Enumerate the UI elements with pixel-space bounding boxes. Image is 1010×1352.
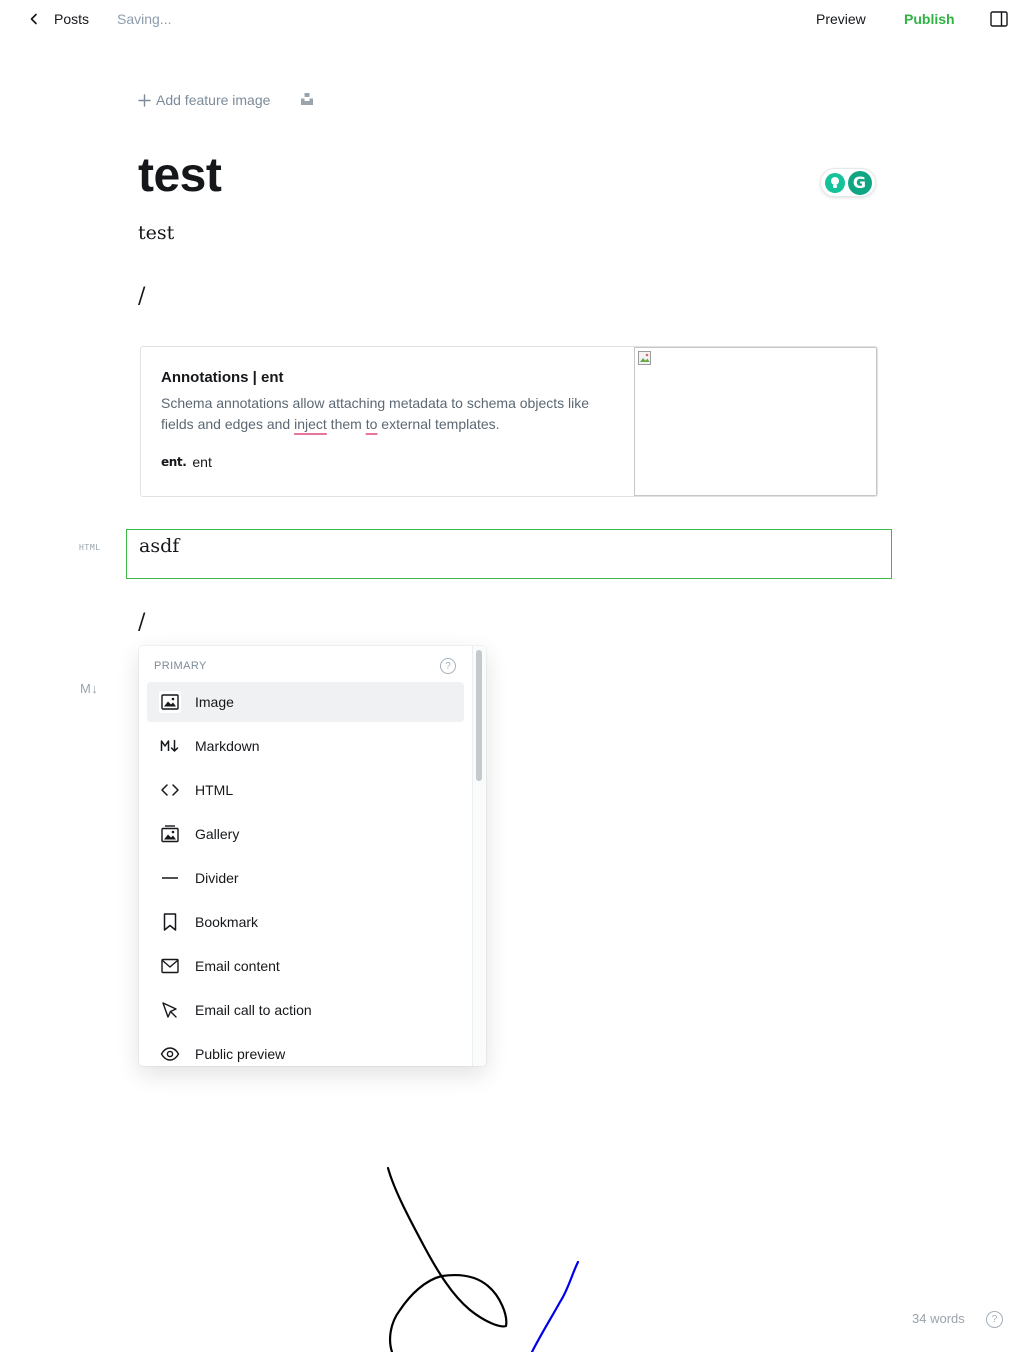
back-to-posts-link[interactable]: Posts: [28, 8, 89, 30]
bookmark-card[interactable]: Annotations | ent Schema annotations all…: [140, 346, 878, 497]
menu-item-label: Image: [195, 694, 234, 710]
eye-icon: [159, 1043, 181, 1065]
menu-item-email-content[interactable]: Email content: [147, 946, 464, 986]
help-icon[interactable]: ?: [440, 658, 456, 674]
image-icon: [159, 691, 181, 713]
html-card-content[interactable]: asdf: [139, 535, 179, 557]
spellcheck-word[interactable]: inject: [294, 416, 327, 432]
mail-icon: [159, 955, 181, 977]
menu-item-label: Bookmark: [195, 914, 259, 930]
markdown-icon: [159, 735, 181, 757]
freehand-annotation: [386, 1166, 580, 1352]
post-title[interactable]: test: [138, 148, 222, 203]
publish-button[interactable]: Publish: [904, 11, 955, 27]
bookmark-publisher: ent: [192, 454, 212, 470]
menu-item-label: Gallery: [195, 826, 240, 842]
menu-item-label: Public preview: [195, 1046, 286, 1062]
grammarly-widget[interactable]: G: [820, 168, 876, 197]
bookmark-metadata: ent. ent: [161, 454, 614, 470]
menu-scrollbar-thumb[interactable]: [476, 650, 482, 781]
slash-paragraph[interactable]: /: [138, 610, 145, 635]
lightbulb-icon: [824, 172, 845, 193]
gallery-icon: [159, 823, 181, 845]
preview-button[interactable]: Preview: [816, 11, 866, 27]
unsplash-icon[interactable]: [300, 92, 314, 106]
blue-scribble-stroke: [530, 1260, 580, 1352]
menu-item-label: HTML: [195, 782, 234, 798]
bookmark-thumbnail: [633, 347, 877, 496]
cursor-icon: [159, 999, 181, 1021]
spellcheck-word[interactable]: to: [366, 416, 378, 432]
code-icon: [159, 779, 181, 801]
menu-item-gallery[interactable]: Gallery: [147, 814, 464, 854]
menu-item-label: Markdown: [195, 738, 260, 754]
help-icon[interactable]: ?: [986, 1311, 1003, 1328]
menu-item-image[interactable]: Image: [147, 682, 464, 722]
editor-topbar: Posts Saving... Preview Publish: [0, 0, 1010, 40]
feature-image-row: Add feature image: [138, 90, 313, 110]
add-feature-image-button[interactable]: Add feature image: [138, 92, 270, 108]
html-card[interactable]: asdf: [126, 529, 892, 579]
chevron-left-icon: [30, 13, 37, 25]
grammarly-logo-icon: G: [847, 170, 872, 195]
menu-item-bookmark[interactable]: Bookmark: [147, 902, 464, 942]
black-scribble-stroke: [386, 1166, 508, 1352]
bookmark-content: Annotations | ent Schema annotations all…: [141, 347, 634, 496]
slash-paragraph[interactable]: /: [138, 284, 145, 309]
menu-item-html[interactable]: HTML: [147, 770, 464, 810]
menu-item-email-cta[interactable]: Email call to action: [147, 990, 464, 1030]
menu-item-label: Email content: [195, 958, 280, 974]
add-feature-image-label: Add feature image: [156, 92, 271, 108]
menu-item-public-preview[interactable]: Public preview: [147, 1034, 464, 1066]
menu-item-divider[interactable]: Divider: [147, 858, 464, 898]
save-status: Saving...: [117, 11, 172, 27]
html-card-label: HTML: [79, 543, 101, 552]
plus-icon: [138, 93, 151, 107]
broken-image-icon: [637, 351, 651, 365]
bookmark-description-text: them: [326, 416, 366, 432]
sidebar-toggle-icon[interactable]: [990, 11, 1008, 27]
word-count: 34 words: [912, 1311, 965, 1326]
bookmark-icon: [159, 911, 181, 933]
back-label: Posts: [54, 11, 90, 27]
post-excerpt[interactable]: test: [138, 222, 174, 244]
menu-item-markdown[interactable]: Markdown: [147, 726, 464, 766]
publisher-logo-icon: ent.: [161, 455, 187, 469]
bookmark-description-text: external templates.: [377, 416, 500, 432]
markdown-card-label: M↓: [80, 681, 99, 696]
menu-item-label: Divider: [195, 870, 239, 886]
card-menu: PRIMARY ? Image Markdown HTML Gallery Di…: [139, 646, 486, 1066]
menu-item-label: Email call to action: [195, 1002, 312, 1018]
bookmark-title: Annotations | ent: [161, 369, 284, 386]
bookmark-description: Schema annotations allow attaching metad…: [161, 393, 614, 435]
divider-icon: [159, 867, 181, 889]
menu-section-header: PRIMARY: [154, 660, 207, 672]
